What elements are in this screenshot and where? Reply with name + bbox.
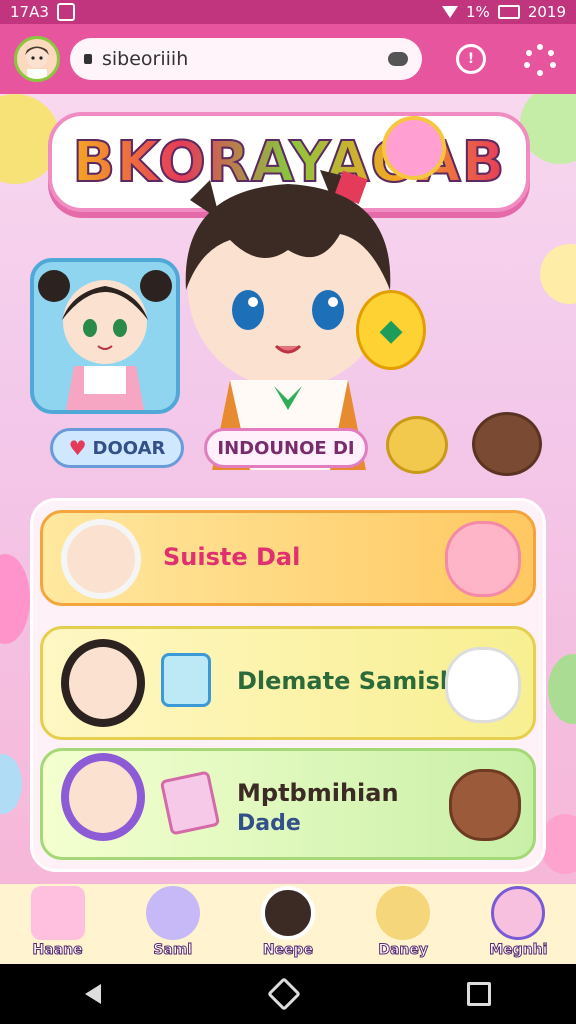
brown-bear-icon xyxy=(449,769,521,841)
white-bear-icon xyxy=(445,647,521,723)
card-3-subtitle: Dade xyxy=(237,811,301,836)
recent-apps-icon[interactable] xyxy=(466,982,491,1006)
url-text: sibeoriiih xyxy=(102,48,189,70)
card-1-title: Suiste Dal xyxy=(163,543,301,571)
address-bar[interactable]: sibeoriiih xyxy=(70,38,422,80)
card-frame-icon xyxy=(161,653,211,707)
back-icon[interactable] xyxy=(85,984,102,1004)
card-game-icon xyxy=(159,770,221,836)
home-icon[interactable] xyxy=(267,977,301,1011)
dark-hair-character-icon xyxy=(61,639,145,727)
profile-avatar[interactable] xyxy=(14,36,60,82)
clock: 17A3 xyxy=(10,3,49,21)
right-badge[interactable]: INDOUNOE DI xyxy=(204,428,368,468)
character-icon xyxy=(145,886,200,940)
menu-dots-icon[interactable] xyxy=(524,44,556,76)
battery-percent: 1% xyxy=(466,3,490,21)
character-icon xyxy=(260,886,315,940)
left-badge-label: DOOAR xyxy=(92,437,166,459)
card-3-title: Mptbmihian xyxy=(237,779,399,807)
nav-item-3[interactable]: Neepe xyxy=(240,880,336,959)
lock-icon xyxy=(84,54,92,64)
system-navigation-bar xyxy=(0,964,576,1024)
extension-icon[interactable] xyxy=(388,52,408,66)
info-button[interactable]: ! xyxy=(456,44,486,74)
nav-label-2: Saml xyxy=(153,942,193,959)
nav-label-5: Megnhi xyxy=(489,942,548,959)
notification-icon xyxy=(56,3,75,21)
pink-cat-icon xyxy=(445,521,521,597)
heart-icon: ♥ xyxy=(68,436,87,460)
status-bar: 17A3 1% 2019 xyxy=(0,0,576,24)
balloon-icon: ◆ xyxy=(356,290,426,370)
nav-item-home[interactable]: Haane xyxy=(10,880,106,959)
white-hair-character-icon xyxy=(61,519,141,599)
nav-item-4[interactable]: Daney xyxy=(355,880,451,959)
status-right-text: 2019 xyxy=(527,3,566,21)
menu-card-2[interactable]: Dlemate Samisl xyxy=(40,626,536,740)
nav-item-5[interactable]: Megnhi xyxy=(470,880,566,959)
character-icon xyxy=(376,886,431,940)
card-2-title: Dlemate Samisl xyxy=(237,667,448,695)
character-icon xyxy=(491,886,546,940)
menu-card-3[interactable]: Mptbmihian Dade xyxy=(40,748,536,860)
side-character-card[interactable] xyxy=(30,258,180,414)
brown-pet-icon[interactable] xyxy=(472,412,542,476)
yellow-pet-icon[interactable] xyxy=(386,416,448,474)
menu-card-1[interactable]: Suiste Dal xyxy=(40,510,536,606)
nav-item-2[interactable]: Saml xyxy=(125,880,221,959)
battery-icon xyxy=(497,5,520,19)
nav-label-4: Daney xyxy=(378,942,429,959)
nav-label-3: Neepe xyxy=(262,942,314,959)
purple-hair-character-icon xyxy=(61,753,145,841)
nav-label-home: Haane xyxy=(32,942,83,959)
left-badge[interactable]: ♥ DOOAR xyxy=(50,428,184,468)
wifi-icon xyxy=(442,6,459,18)
house-icon xyxy=(30,886,85,940)
bottom-navigation: Haane Saml Neepe Daney Megnhi xyxy=(0,884,576,964)
right-badge-label: INDOUNOE DI xyxy=(217,437,355,459)
